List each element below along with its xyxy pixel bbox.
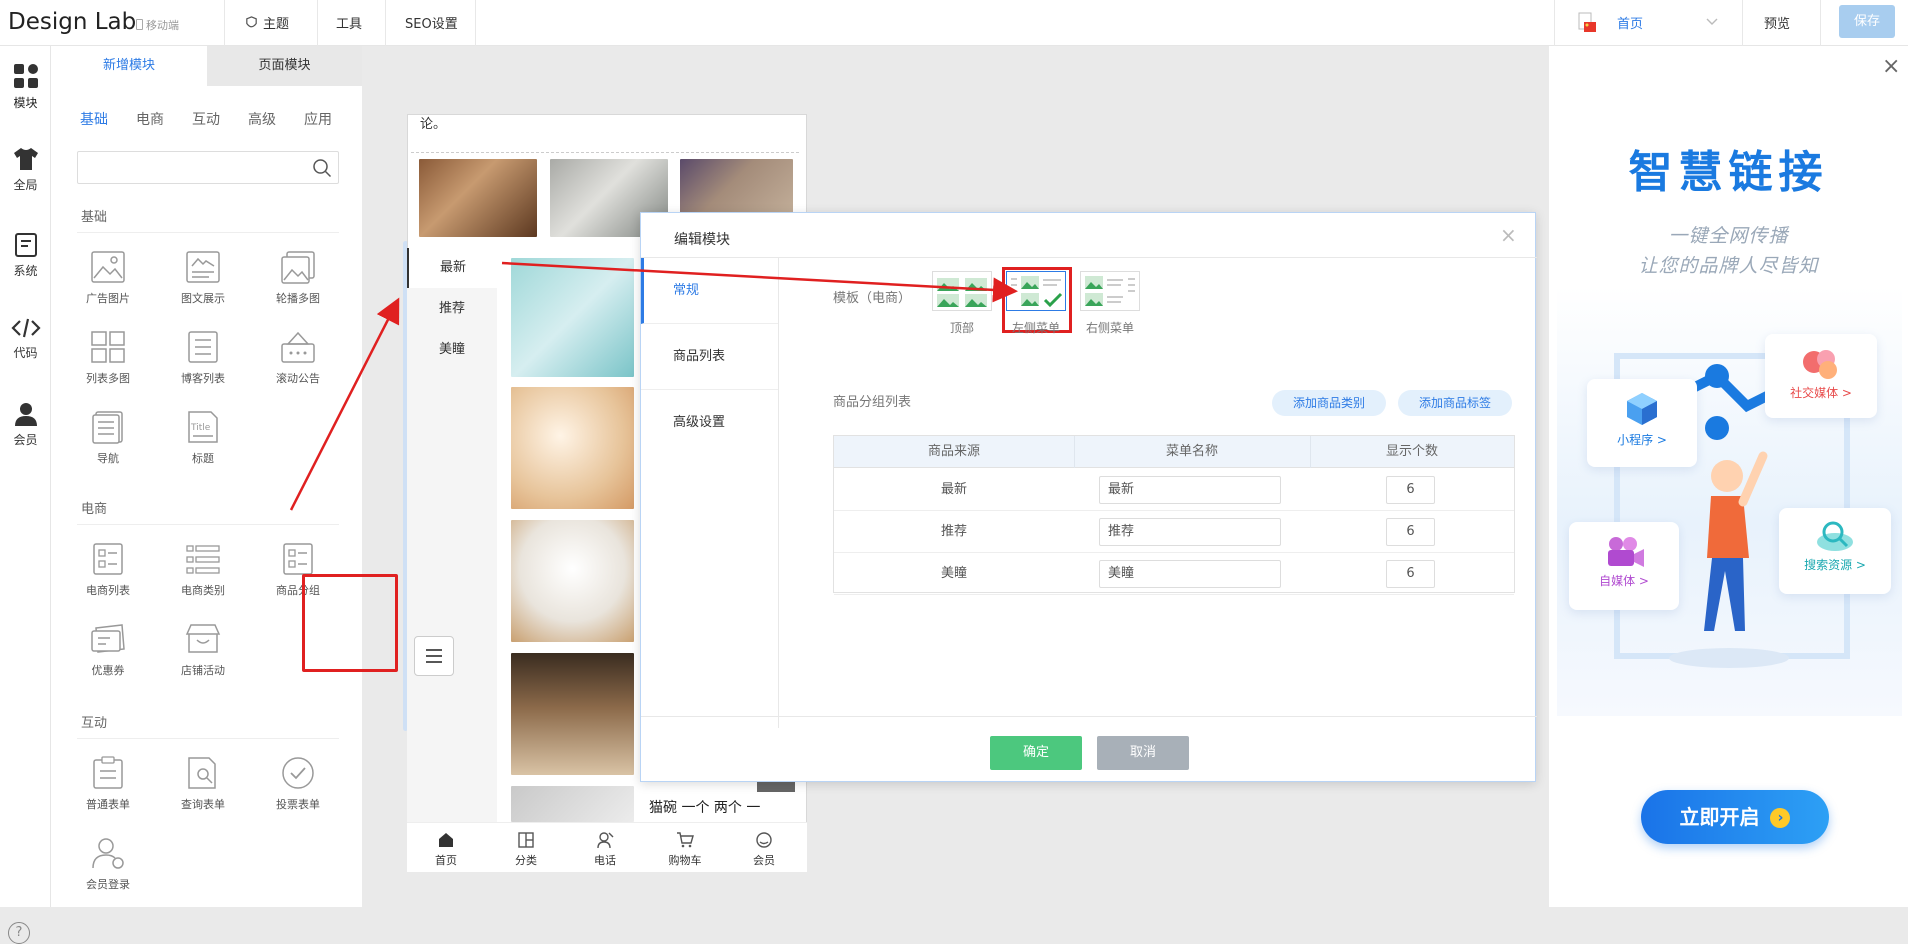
card-self-media[interactable]: 自媒体 > (1569, 522, 1679, 610)
promo-line: 一键全网传播 (1668, 225, 1789, 247)
arrow-to-preview (289, 297, 400, 511)
arrow-to-template (501, 261, 1018, 303)
card-label: 社交媒体 > (1790, 386, 1852, 400)
card-mini-program[interactable]: 小程序 > (1587, 379, 1697, 467)
card-social-media[interactable]: 社交媒体 > (1765, 334, 1877, 418)
card-search-resources[interactable]: 搜索资源 > (1779, 508, 1891, 594)
promo-line: 让您的品牌人尽皆知 (1638, 255, 1819, 277)
cta-label: 立即开启 (1679, 805, 1760, 829)
card-label: 搜索资源 > (1804, 558, 1866, 572)
promo-title: 智慧链接 (1628, 147, 1829, 198)
arrow-right-icon: › (1770, 808, 1791, 828)
card-label: 小程序 > (1617, 433, 1667, 447)
close-icon[interactable]: × (1882, 54, 1900, 79)
start-now-button[interactable]: 立即开启 › (1641, 790, 1829, 844)
cube-icon (1627, 393, 1657, 425)
chat-bubbles-icon (1803, 350, 1837, 379)
card-label: 自媒体 > (1599, 574, 1649, 588)
promo-panel: × 智慧链接 一键全网传播 让您的品牌人尽皆知 小程序 > 社交媒体 > 自媒体… (1549, 46, 1908, 907)
video-camera-icon (1608, 537, 1644, 567)
help-icon[interactable]: ? (8, 922, 30, 944)
search-cloud-icon (1817, 521, 1853, 551)
